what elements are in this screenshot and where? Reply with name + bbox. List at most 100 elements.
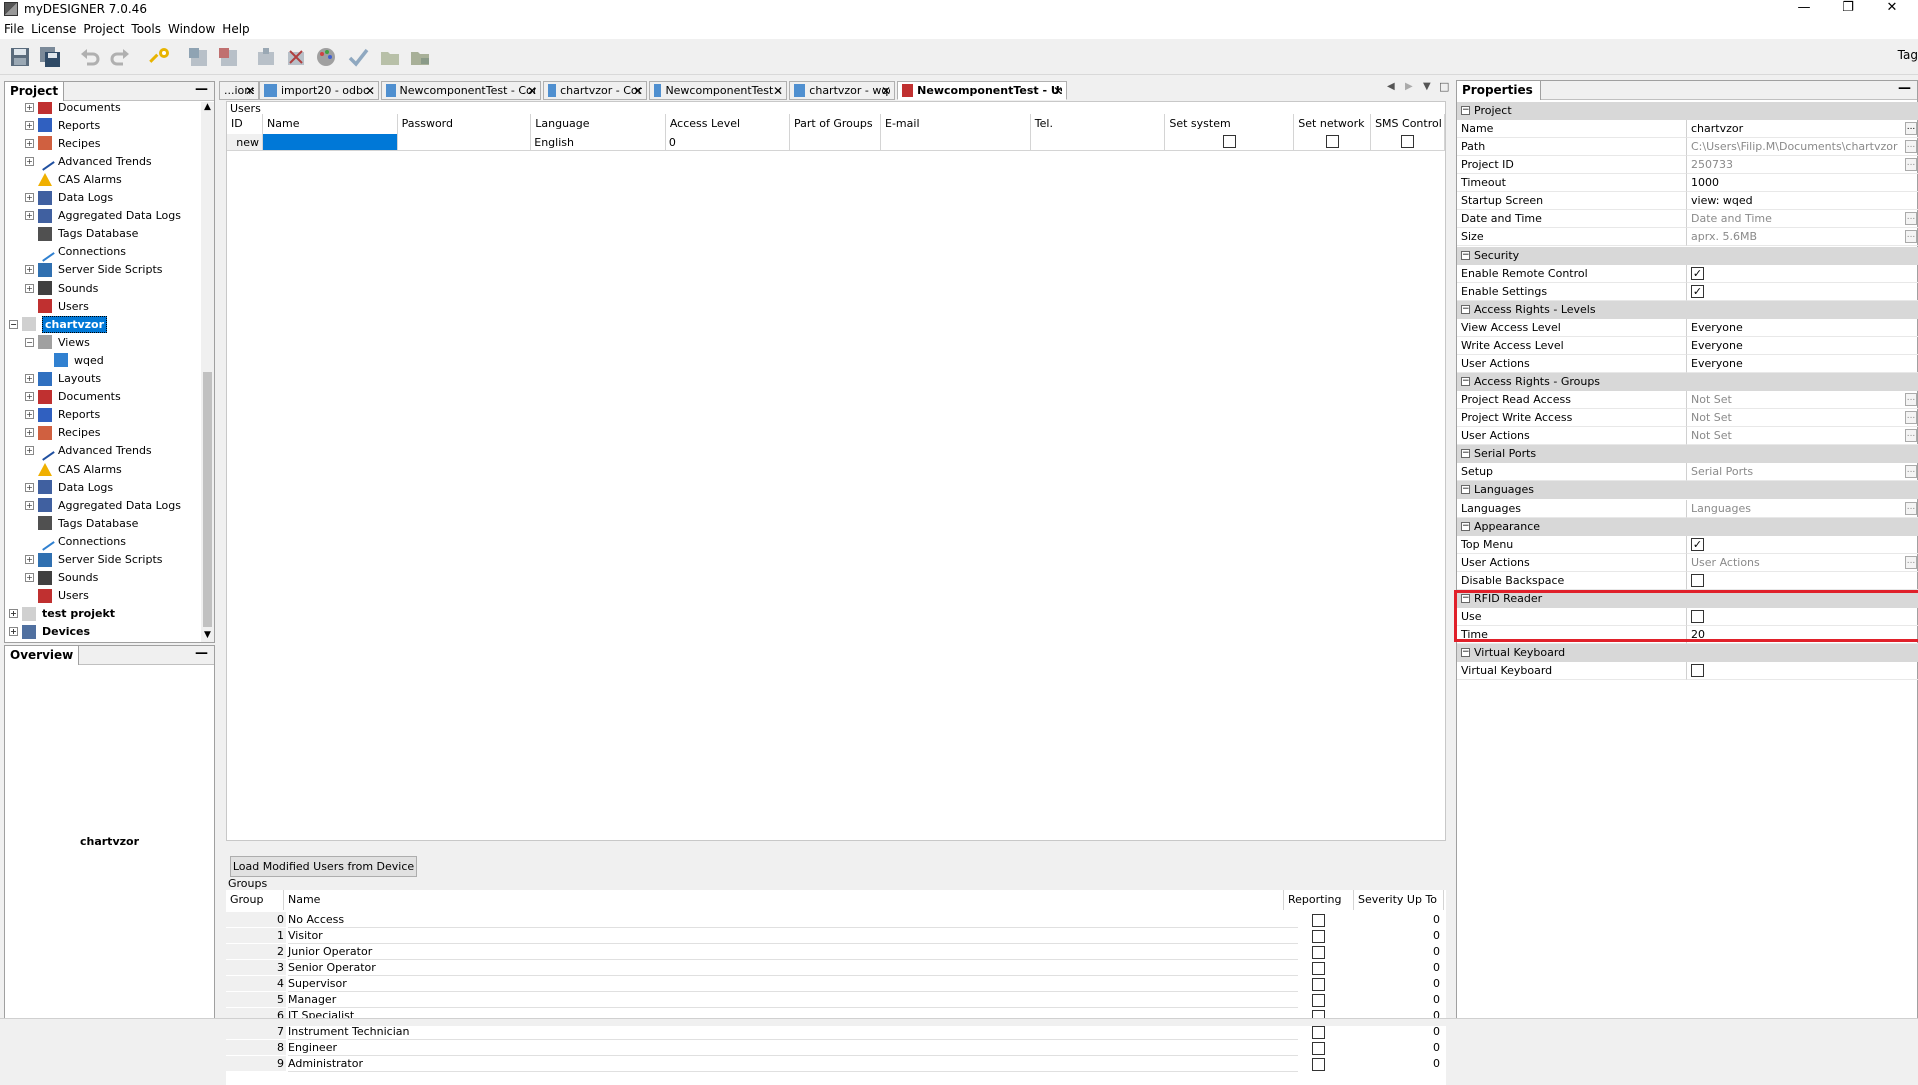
tab-close-icon[interactable]: ✕ xyxy=(773,84,783,98)
scroll-up-icon[interactable]: ▲ xyxy=(201,102,214,114)
checkbox[interactable] xyxy=(1691,664,1704,678)
expand-icon[interactable]: + xyxy=(25,211,34,221)
groups-col-header[interactable]: Group xyxy=(226,890,284,910)
tab-close-icon[interactable]: ✕ xyxy=(633,84,643,98)
group-number[interactable]: 0 xyxy=(226,912,286,928)
property-value[interactable]: Not Set... xyxy=(1687,427,1918,446)
menu-project[interactable]: Project xyxy=(83,22,124,36)
tab-close-icon[interactable]: ✕ xyxy=(1053,84,1063,98)
group-name[interactable]: Administrator xyxy=(288,1056,1298,1072)
property-value[interactable] xyxy=(1687,536,1918,554)
property-category[interactable]: − Access Rights - Groups xyxy=(1457,373,1918,392)
group-number[interactable]: 8 xyxy=(226,1040,286,1056)
reporting-checkbox[interactable] xyxy=(1312,1058,1325,1071)
menu-tools[interactable]: Tools xyxy=(131,22,161,36)
tab-1[interactable]: import20 - odbc ✕ xyxy=(259,81,379,100)
users-cell-tel[interactable] xyxy=(1030,134,1166,151)
ellipsis-button[interactable]: ... xyxy=(1905,122,1917,136)
undo-icon[interactable] xyxy=(78,45,102,69)
tab-scroll-right-icon[interactable]: ▶ xyxy=(1405,81,1413,92)
expand-icon[interactable]: + xyxy=(25,120,34,130)
tree-item[interactable]: + Aggregated Data Logs xyxy=(25,496,181,514)
group-severity[interactable]: 0 xyxy=(1433,944,1440,960)
collapse-icon[interactable]: − xyxy=(1461,250,1470,260)
minimize-button[interactable]: — xyxy=(1784,0,1824,18)
group-name[interactable]: No Access xyxy=(288,912,1298,928)
property-value[interactable]: aprx. 5.6MB... xyxy=(1687,228,1918,247)
users-cell-checkbox[interactable] xyxy=(1294,134,1372,151)
users-col-header[interactable]: ID xyxy=(227,114,264,134)
group-number[interactable]: 7 xyxy=(226,1024,286,1040)
property-value[interactable]: Languages... xyxy=(1687,500,1918,518)
users-cell-checkbox[interactable] xyxy=(1165,134,1295,151)
tree-item[interactable]: + Documents xyxy=(25,102,121,116)
property-value[interactable]: User Actions... xyxy=(1687,554,1918,572)
menu-file[interactable]: File xyxy=(4,22,24,36)
folder-add-icon[interactable] xyxy=(378,45,402,69)
expand-icon[interactable]: + xyxy=(25,482,34,492)
ellipsis-button[interactable]: ... xyxy=(1905,555,1917,569)
collapse-icon[interactable]: − xyxy=(1461,648,1470,658)
property-category[interactable]: − Languages xyxy=(1457,481,1918,500)
reporting-checkbox[interactable] xyxy=(1312,1042,1325,1055)
expand-icon[interactable]: + xyxy=(25,156,34,166)
property-value[interactable]: C:\Users\Filip.M\Documents\chartvzor... xyxy=(1687,138,1918,157)
tree-item[interactable]: + Recipes xyxy=(25,424,101,442)
group-name[interactable]: Supervisor xyxy=(288,976,1298,992)
property-value[interactable]: Everyone xyxy=(1687,355,1918,373)
property-category[interactable]: − Access Rights - Levels xyxy=(1457,300,1918,319)
collapse-icon[interactable]: − xyxy=(1461,521,1470,531)
tree-item[interactable]: + Documents xyxy=(25,388,121,406)
reporting-checkbox[interactable] xyxy=(1312,930,1325,943)
expand-icon[interactable]: + xyxy=(25,374,34,383)
tab-maximize-icon[interactable]: □ xyxy=(1439,80,1449,93)
group-severity[interactable]: 0 xyxy=(1433,960,1440,976)
properties-panel-minimize[interactable]: — xyxy=(1898,81,1911,96)
users-col-header[interactable]: Language xyxy=(531,114,666,134)
property-value[interactable]: 250733... xyxy=(1687,156,1918,175)
ellipsis-button[interactable]: ... xyxy=(1905,465,1917,479)
ellipsis-button[interactable]: ... xyxy=(1905,501,1917,515)
ellipsis-button[interactable]: ... xyxy=(1905,212,1917,226)
checkbox[interactable] xyxy=(1325,135,1339,148)
tree-item[interactable]: wqed xyxy=(41,351,104,369)
tab-close-icon[interactable]: ✕ xyxy=(245,84,255,98)
reporting-checkbox[interactable] xyxy=(1312,914,1325,927)
tree-item[interactable]: + Advanced Trends xyxy=(25,151,152,172)
reporting-checkbox[interactable] xyxy=(1312,946,1325,959)
tree-item[interactable]: + Data Logs xyxy=(25,189,113,207)
add-component-icon[interactable] xyxy=(254,45,278,69)
tree-item[interactable]: + Aggregated Data Logs xyxy=(25,207,181,225)
property-value[interactable]: Serial Ports... xyxy=(1687,463,1918,482)
property-value[interactable]: chartvzor... xyxy=(1687,120,1918,139)
tree-item[interactable]: CAS Alarms xyxy=(25,170,122,188)
tree-item[interactable]: Users xyxy=(25,297,89,315)
users-cell-name[interactable] xyxy=(263,134,398,151)
users-col-header[interactable]: Access Level xyxy=(666,114,790,134)
users-col-header[interactable]: Set system xyxy=(1165,114,1295,134)
save-all-icon[interactable] xyxy=(38,45,62,69)
property-value[interactable] xyxy=(1687,572,1918,590)
group-number[interactable]: 9 xyxy=(226,1056,286,1072)
group-number[interactable]: 5 xyxy=(226,992,286,1008)
users-col-header[interactable]: E-mail xyxy=(881,114,1031,134)
checkbox[interactable] xyxy=(1222,135,1236,148)
collapse-icon[interactable]: − xyxy=(1461,485,1470,495)
expand-icon[interactable]: + xyxy=(25,138,34,148)
group-number[interactable]: 3 xyxy=(226,960,286,976)
groups-col-header[interactable]: Severity Up To xyxy=(1354,890,1444,910)
group-name[interactable]: Visitor xyxy=(288,928,1298,944)
expand-icon[interactable]: + xyxy=(25,500,34,510)
tree-item[interactable]: + Devices xyxy=(9,623,90,641)
menu-license[interactable]: License xyxy=(31,22,76,36)
expand-icon[interactable]: + xyxy=(25,410,34,420)
tab-scroll-left-icon[interactable]: ◀ xyxy=(1387,81,1395,92)
collapse-icon[interactable]: − xyxy=(1461,377,1470,387)
restore-button[interactable]: ❐ xyxy=(1828,0,1868,18)
tree-item[interactable]: + Advanced Trends xyxy=(25,441,152,461)
expand-icon[interactable]: + xyxy=(25,283,34,293)
overview-panel-minimize[interactable]: — xyxy=(195,646,208,661)
import-icon[interactable] xyxy=(186,45,210,69)
collapse-icon[interactable]: − xyxy=(1461,106,1470,115)
tree-item[interactable]: CAS Alarms xyxy=(25,460,122,478)
